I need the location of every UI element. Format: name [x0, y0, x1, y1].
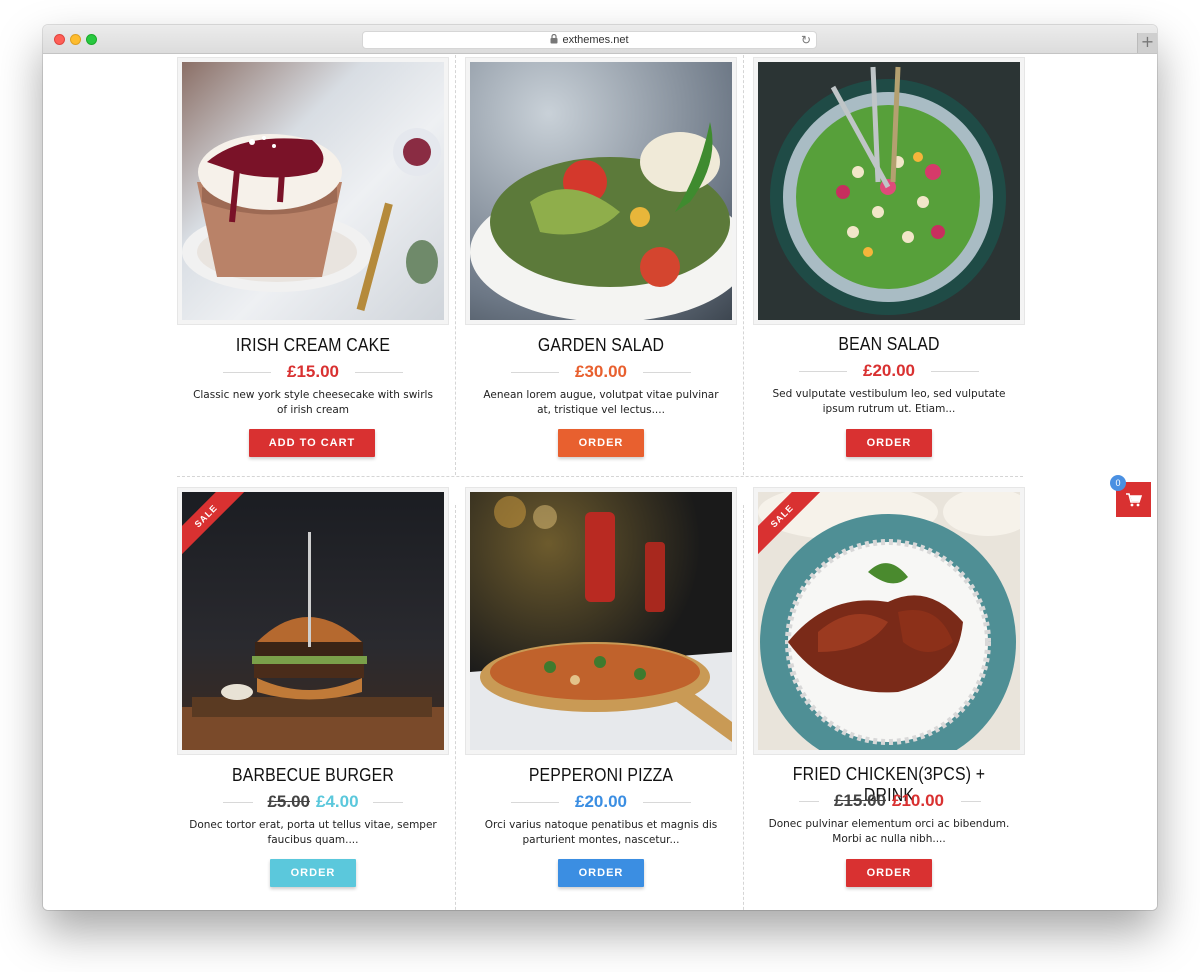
order-button[interactable]: ORDER	[270, 859, 356, 887]
product-description: Sed vulputate vestibulum leo, sed vulput…	[772, 388, 1006, 415]
url-text: exthemes.net	[562, 34, 629, 46]
sale-ribbon: SALE	[758, 492, 828, 562]
product-price: £30.00	[575, 362, 627, 381]
bean-salad-illustration	[770, 66, 1006, 315]
product-image[interactable]	[465, 57, 737, 325]
product-title[interactable]: IRISH CREAM CAKE	[193, 335, 432, 356]
product-old-price: £15.00	[834, 791, 886, 810]
maximize-window-button[interactable]	[86, 34, 97, 45]
address-bar[interactable]: exthemes.net ↻	[362, 31, 817, 49]
add-to-cart-button[interactable]: ADD TO CART	[249, 429, 375, 457]
lock-icon	[550, 33, 558, 49]
sale-label: SALE	[758, 492, 825, 559]
cart-icon	[1125, 492, 1142, 511]
product-price: £20.00	[863, 361, 915, 380]
page-content: IRISH CREAM CAKE £15.00 Classic new york…	[43, 55, 1157, 910]
price-row: £30.00	[465, 362, 737, 382]
browser-titlebar: exthemes.net ↻ +	[43, 25, 1157, 54]
order-button[interactable]: ORDER	[558, 859, 644, 887]
pizza-illustration	[470, 496, 732, 750]
product-description: Donec pulvinar elementum orci ac bibendu…	[768, 818, 1010, 845]
floating-cart-button[interactable]: 0	[1110, 475, 1151, 517]
product-image[interactable]	[753, 57, 1025, 325]
price-row: £5.00 £4.00	[177, 792, 449, 812]
order-button[interactable]: ORDER	[558, 429, 644, 457]
cupcake-illustration	[182, 128, 441, 311]
product-price: £15.00	[287, 362, 339, 381]
price-row: £15.00	[177, 362, 449, 382]
product-description: Orci varius natoque penatibus et magnis …	[484, 819, 718, 846]
product-old-price: £5.00	[267, 792, 310, 811]
browser-window: exthemes.net ↻ + IRISH CREAM CAKE £15.00…	[43, 25, 1157, 910]
product-title[interactable]: GARDEN SALAD	[481, 335, 720, 356]
product-description: Classic new york style cheesecake with s…	[193, 389, 433, 416]
grid-divider	[743, 505, 744, 910]
product-image[interactable]: SALE	[753, 487, 1025, 755]
product-price: £4.00	[316, 792, 359, 811]
product-image[interactable]	[177, 57, 449, 325]
product-image[interactable]: SALE	[177, 487, 449, 755]
grid-divider	[455, 55, 456, 475]
product-description: Donec tortor erat, porta ut tellus vitae…	[189, 819, 437, 846]
close-window-button[interactable]	[54, 34, 65, 45]
sale-ribbon: SALE	[182, 492, 252, 562]
grid-divider	[177, 476, 1023, 477]
reload-icon[interactable]: ↻	[801, 32, 811, 48]
price-row: £15.00 £10.00	[753, 791, 1025, 811]
product-title[interactable]: BEAN SALAD	[769, 334, 1008, 355]
price-row: £20.00	[753, 361, 1025, 381]
product-title[interactable]: PEPPERONI PIZZA	[481, 765, 720, 786]
product-price: £20.00	[575, 792, 627, 811]
grid-divider	[455, 505, 456, 910]
sale-label: SALE	[182, 492, 249, 559]
price-row: £20.00	[465, 792, 737, 812]
product-description: Aenean lorem augue, volutpat vitae pulvi…	[483, 389, 719, 416]
product-title[interactable]: BARBECUE BURGER	[193, 765, 432, 786]
new-tab-button[interactable]: +	[1137, 33, 1157, 53]
salad-illustration	[470, 122, 732, 320]
order-button[interactable]: ORDER	[846, 859, 932, 887]
minimize-window-button[interactable]	[70, 34, 81, 45]
product-image[interactable]	[465, 487, 737, 755]
order-button[interactable]: ORDER	[846, 429, 932, 457]
cart-count-badge: 0	[1110, 475, 1126, 491]
grid-divider	[743, 55, 744, 475]
product-price: £10.00	[892, 791, 944, 810]
